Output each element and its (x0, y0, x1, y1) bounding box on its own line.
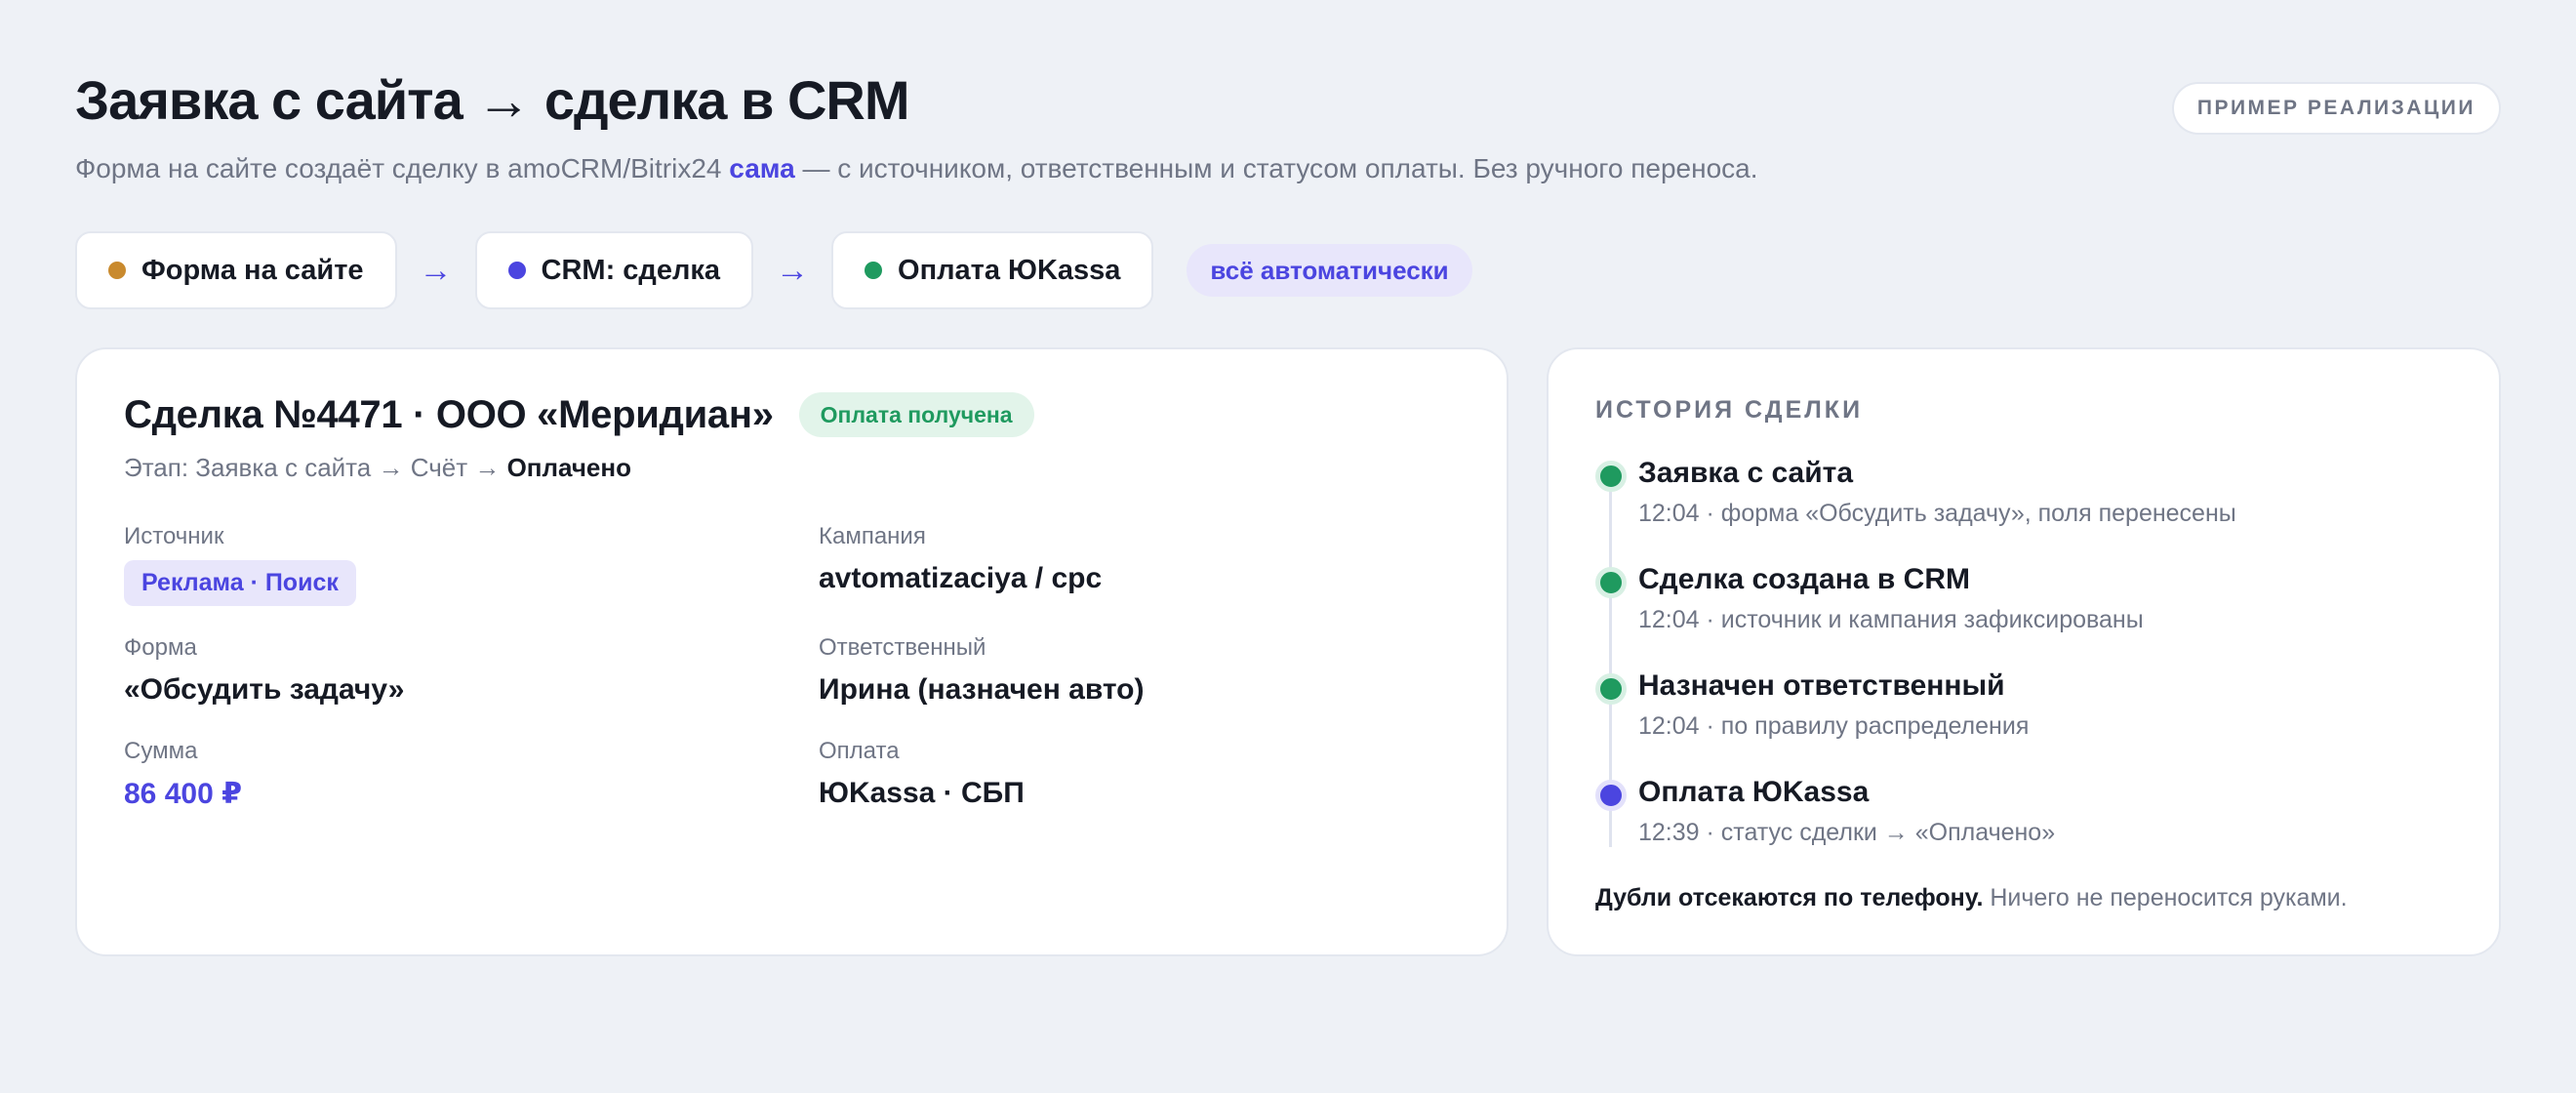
field-label: Сумма (124, 738, 198, 764)
status-badge: Оплата получена (798, 392, 1034, 437)
field-sum: Сумма 86 400 ₽ (124, 738, 242, 811)
arrow-right-icon: → (419, 251, 453, 289)
deal-header: Сделка №4471 · ООО «Меридиан» Оплата пол… (124, 392, 1034, 437)
auto-badge: всё автоматически (1187, 244, 1472, 297)
history-card: ИСТОРИЯ СДЕЛКИ Заявка с сайта 12:04 · фо… (1547, 347, 2501, 956)
flow-step-payment: Оплата ЮKassa (831, 231, 1154, 309)
field-campaign: Кампания avtomatizaciya / cpc (819, 523, 1102, 595)
event-desc: 12:04 · источник и кампания зафиксирован… (1638, 606, 2144, 633)
event-desc: 12:39 · статус сделки → «Оплачено» (1638, 819, 2056, 846)
history-event: Сделка создана в CRM 12:04 · источник и … (1595, 563, 2144, 634)
flow-step-crm: CRM: сделка (474, 231, 754, 309)
history-event: Заявка с сайта 12:04 · форма «Обсудить з… (1595, 457, 2236, 528)
history-heading: ИСТОРИЯ СДЕЛКИ (1595, 396, 1864, 424)
field-label: Ответственный (819, 634, 986, 661)
flow-step-label: CRM: сделка (541, 254, 721, 286)
page: Заявка с сайта → сделка в CRM Форма на с… (0, 0, 2576, 1093)
arrow-right-icon: → (776, 251, 810, 289)
page-title: Заявка с сайта → сделка в CRM (75, 69, 910, 131)
timeline-dot-icon (1595, 461, 1627, 492)
field-source: Источник Реклама · Поиск (124, 523, 356, 606)
timeline-dot-icon (1595, 567, 1627, 598)
subtitle-accent: сама (729, 153, 795, 183)
subtitle-text: Форма на сайте создаёт сделку в amoCRM/B… (75, 153, 730, 183)
stage-path: Этап: Заявка с сайта → Счёт → (124, 453, 507, 482)
deal-title: Сделка №4471 · ООО «Меридиан» (124, 392, 774, 436)
flow-step-form: Форма на сайте (75, 231, 397, 309)
example-badge: ПРИМЕР РЕАЛИЗАЦИИ (2171, 82, 2501, 135)
event-title: Назначен ответственный (1638, 669, 2005, 702)
timeline-dot-icon (1595, 780, 1627, 811)
deal-card: Сделка №4471 · ООО «Меридиан» Оплата пол… (75, 347, 1509, 956)
event-desc: 12:04 · по правилу распределения (1638, 712, 2030, 740)
event-title: Оплата ЮKassa (1638, 776, 1870, 808)
field-owner: Ответственный Ирина (назначен авто) (819, 634, 1145, 707)
field-value: avtomatizaciya / cpc (819, 562, 1103, 594)
stage-current: Оплачено (506, 453, 631, 482)
event-desc: 12:04 · форма «Обсудить задачу», поля пе… (1638, 500, 2236, 527)
field-payment: Оплата ЮKassa · СБП (819, 738, 1025, 810)
field-value: «Обсудить задачу» (124, 673, 405, 706)
field-form: Форма «Обсудить задачу» (124, 634, 404, 707)
field-value: Ирина (назначен авто) (819, 673, 1145, 706)
page-subtitle: Форма на сайте создаёт сделку в amoCRM/B… (75, 153, 1758, 184)
source-tag: Реклама · Поиск (124, 560, 356, 606)
field-value: ЮKassa · СБП (819, 777, 1025, 809)
history-event: Оплата ЮKassa 12:39 · статус сделки → «О… (1595, 776, 2055, 847)
timeline-dot-icon (1595, 673, 1627, 705)
event-title: Заявка с сайта (1638, 457, 1854, 489)
footer-rest: Ничего не переносится руками. (1983, 884, 2348, 911)
history-footer: Дубли отсекаются по телефону. Ничего не … (1595, 884, 2348, 912)
flow-step-label: Оплата ЮKassa (898, 254, 1121, 286)
subtitle-text-end: — с источником, ответственным и статусом… (794, 153, 1758, 183)
deal-stage: Этап: Заявка с сайта → Счёт → Оплачено (124, 453, 631, 483)
field-label: Оплата (819, 738, 900, 764)
status-dot-icon (507, 262, 526, 279)
event-title: Сделка создана в CRM (1638, 563, 1970, 595)
flow-step-label: Форма на сайте (141, 254, 364, 286)
field-label: Форма (124, 634, 197, 661)
history-event: Назначен ответственный 12:04 · по правил… (1595, 669, 2029, 741)
status-dot-icon (108, 262, 126, 279)
footer-bold: Дубли отсекаются по телефону. (1595, 884, 1984, 911)
flow-steps: Форма на сайте → CRM: сделка → Оплата ЮK… (75, 231, 1472, 309)
field-label: Кампания (819, 523, 926, 549)
field-value: 86 400 ₽ (124, 778, 242, 810)
status-dot-icon (865, 262, 883, 279)
field-label: Источник (124, 523, 224, 549)
